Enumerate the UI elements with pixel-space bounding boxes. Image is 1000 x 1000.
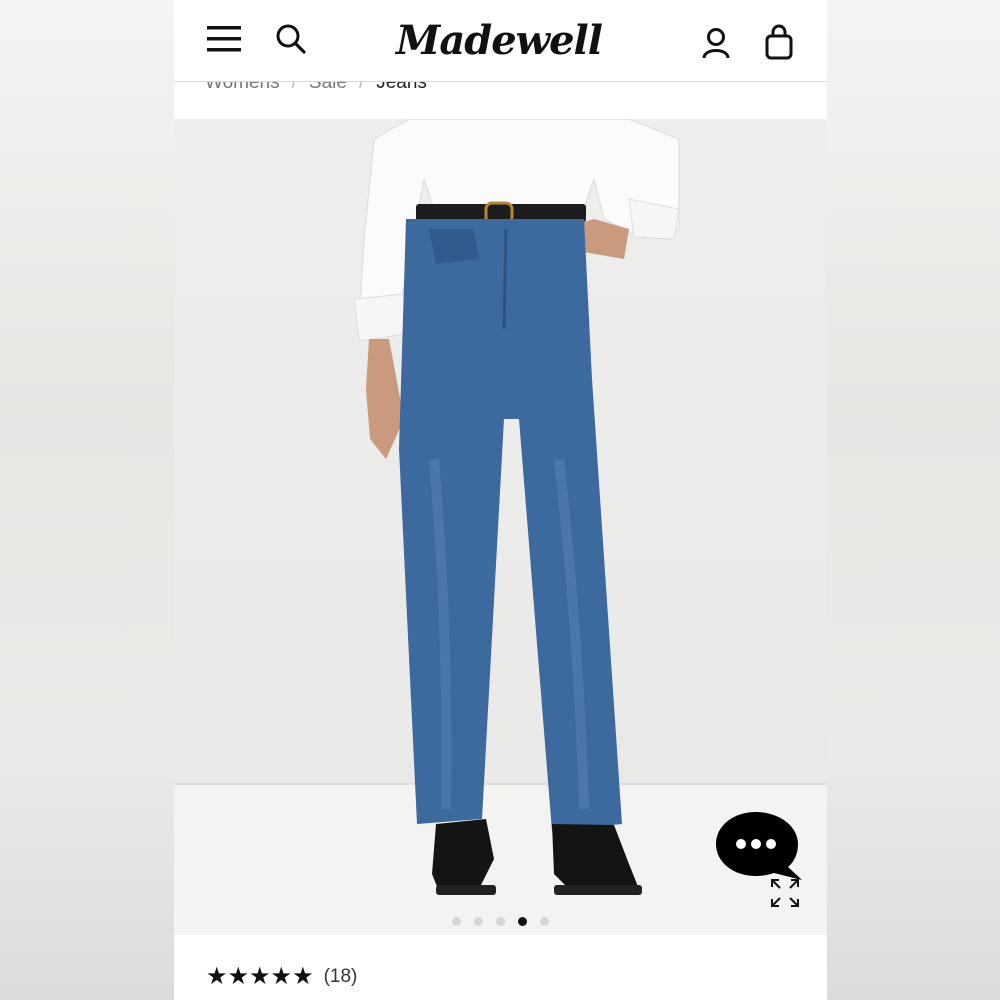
chat-bubble-icon [716,812,802,880]
chat-button[interactable] [714,810,804,882]
carousel-dot[interactable] [496,917,505,926]
search-button[interactable] [272,20,310,58]
review-count-link[interactable]: (18) [324,966,358,988]
account-button[interactable] [697,24,735,62]
menu-button[interactable] [204,22,244,56]
carousel-dot[interactable] [452,917,461,926]
mobile-page: Madewell Womens / Sale / Jeans ★★★★★ (18… [174,0,827,1000]
hamburger-menu-icon [207,26,241,52]
brand-logo[interactable]: Madewell [394,12,604,68]
carousel-dot[interactable] [540,917,549,926]
shopping-bag-button[interactable] [760,21,798,63]
site-header: Madewell [174,0,827,82]
backdrop-left [0,0,174,1000]
expand-icon [771,879,799,907]
carousel-dot-active[interactable] [518,917,527,926]
backdrop-right [827,0,1000,1000]
star-rating-icon: ★★★★★ [206,963,314,990]
search-icon [276,24,306,54]
carousel-dots [452,917,549,926]
shopping-bag-icon [765,24,793,60]
expand-image-button[interactable] [770,878,800,908]
user-account-icon [702,28,730,59]
product-rating: ★★★★★ (18) [206,962,357,992]
carousel-dot[interactable] [474,917,483,926]
